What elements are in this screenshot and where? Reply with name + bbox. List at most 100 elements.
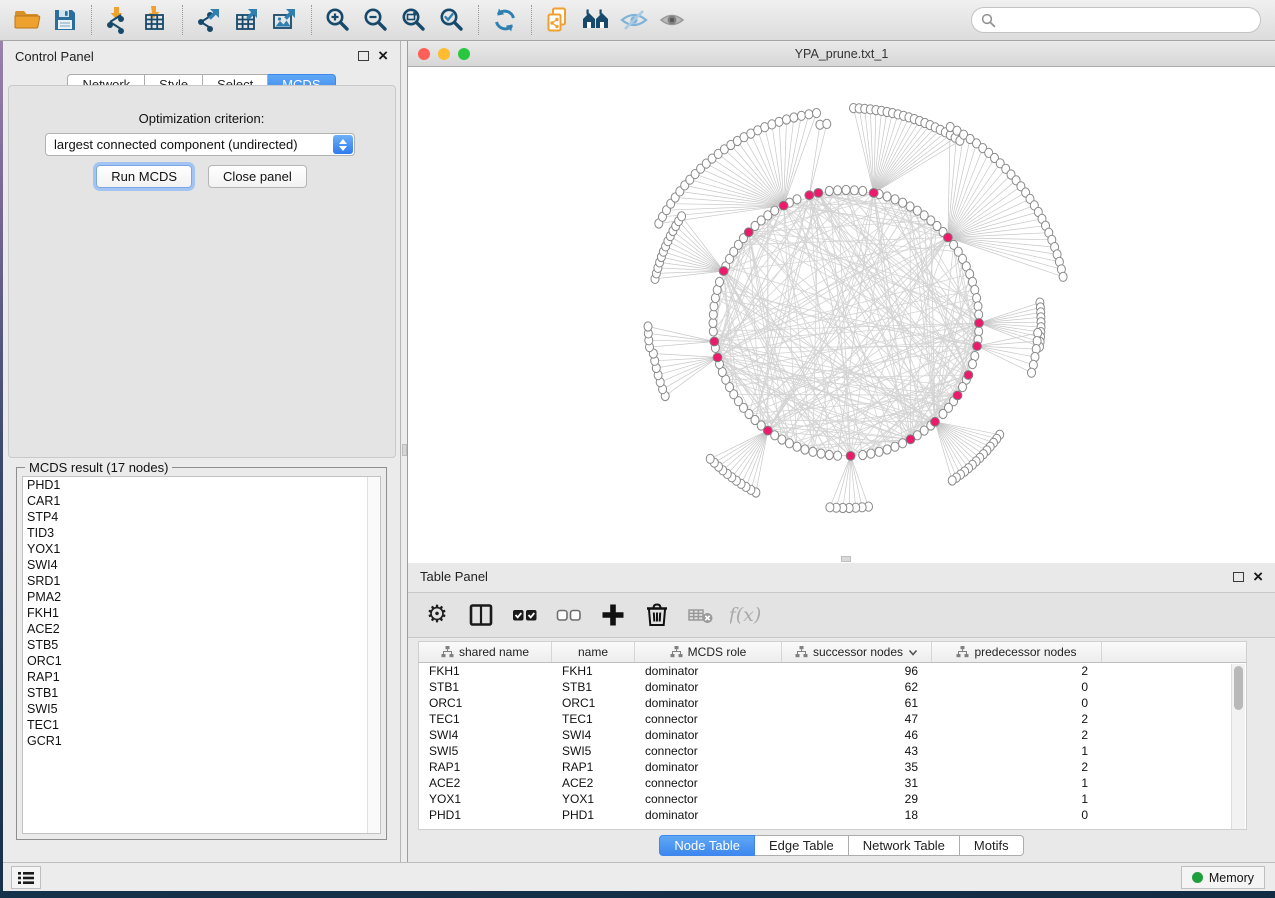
cell[interactable]: PHD1 [419, 807, 552, 823]
cell[interactable]: 2 [932, 727, 1102, 743]
cell[interactable]: STB1 [419, 679, 552, 695]
cell[interactable]: SWI4 [419, 727, 552, 743]
select-all-columns-button[interactable] [510, 598, 540, 632]
cell[interactable]: 62 [782, 679, 932, 695]
open-session-button[interactable] [10, 4, 44, 36]
export-table-button[interactable] [230, 4, 264, 36]
result-list-item[interactable]: STB5 [23, 637, 380, 653]
run-mcds-button[interactable]: Run MCDS [96, 165, 192, 188]
cell[interactable]: 2 [932, 759, 1102, 775]
zoom-selected-button[interactable] [435, 4, 469, 36]
result-list-item[interactable]: TID3 [23, 525, 380, 541]
unselect-all-columns-button[interactable] [554, 598, 584, 632]
scrollbar-thumb[interactable] [1234, 666, 1243, 710]
import-network-button[interactable] [101, 4, 135, 36]
cell[interactable]: dominator [635, 679, 782, 695]
column-header-shared-name[interactable]: shared name [419, 642, 552, 662]
cell[interactable]: 35 [782, 759, 932, 775]
network-window-titlebar[interactable]: YPA_prune.txt_1 [408, 41, 1275, 67]
cell[interactable]: YOX1 [552, 791, 635, 807]
cell[interactable]: 29 [782, 791, 932, 807]
search-box[interactable] [971, 7, 1261, 33]
mcds-result-list[interactable]: PHD1CAR1STP4TID3YOX1SWI4SRD1PMA2FKH1ACE2… [22, 476, 381, 834]
result-list-item[interactable]: CAR1 [23, 493, 380, 509]
column-header-predecessor-nodes[interactable]: predecessor nodes [932, 642, 1102, 662]
criterion-dropdown[interactable]: largest connected component (undirected) [45, 133, 355, 156]
table-row[interactable]: ACE2ACE2connector311 [419, 775, 1246, 791]
cell[interactable]: SWI5 [419, 743, 552, 759]
cell[interactable]: 0 [932, 807, 1102, 823]
tab-node-table[interactable]: Node Table [659, 835, 755, 856]
table-row[interactable]: STB1STB1dominator620 [419, 679, 1246, 695]
tab-network-table[interactable]: Network Table [849, 835, 960, 856]
task-history-button[interactable] [11, 866, 41, 889]
cell[interactable]: FKH1 [552, 663, 635, 679]
cell[interactable]: TEC1 [419, 711, 552, 727]
result-list-item[interactable]: GCR1 [23, 733, 380, 749]
result-list-item[interactable]: SWI4 [23, 557, 380, 573]
zoom-out-button[interactable] [359, 4, 393, 36]
column-header-name[interactable]: name [552, 642, 635, 662]
cell[interactable]: dominator [635, 759, 782, 775]
cell[interactable]: dominator [635, 807, 782, 823]
cell[interactable]: 1 [932, 791, 1102, 807]
table-row[interactable]: TEC1TEC1connector472 [419, 711, 1246, 727]
cell[interactable]: 2 [932, 711, 1102, 727]
cell[interactable]: ORC1 [419, 695, 552, 711]
network-graph[interactable] [408, 67, 1275, 563]
result-list-item[interactable]: RAP1 [23, 669, 380, 685]
hide-selected-button[interactable] [617, 4, 651, 36]
result-list-item[interactable]: STP4 [23, 509, 380, 525]
cell[interactable]: 61 [782, 695, 932, 711]
cell[interactable]: ORC1 [552, 695, 635, 711]
export-image-button[interactable] [268, 4, 302, 36]
table-row[interactable]: FKH1FKH1dominator962 [419, 663, 1246, 679]
cell[interactable]: dominator [635, 663, 782, 679]
result-list-item[interactable]: PHD1 [23, 477, 380, 493]
table-row[interactable]: RAP1RAP1dominator352 [419, 759, 1246, 775]
result-list-item[interactable]: PMA2 [23, 589, 380, 605]
result-list-item[interactable]: YOX1 [23, 541, 380, 557]
table-row[interactable]: SWI4SWI4dominator462 [419, 727, 1246, 743]
float-panel-icon[interactable] [358, 51, 369, 61]
cell[interactable]: RAP1 [552, 759, 635, 775]
column-header-MCDS-role[interactable]: MCDS role [635, 642, 782, 662]
splitter-grip[interactable] [402, 444, 407, 456]
ndex-browser-button[interactable] [579, 4, 613, 36]
table-row[interactable]: YOX1YOX1connector291 [419, 791, 1246, 807]
horizontal-splitter-grip[interactable] [841, 556, 851, 562]
table-row[interactable]: SWI5SWI5connector431 [419, 743, 1246, 759]
vertical-splitter[interactable] [401, 41, 408, 862]
result-list-item[interactable]: ORC1 [23, 653, 380, 669]
cell[interactable]: 96 [782, 663, 932, 679]
cell[interactable]: ACE2 [419, 775, 552, 791]
float-table-panel-icon[interactable] [1233, 572, 1244, 582]
cell[interactable]: 1 [932, 743, 1102, 759]
column-settings-button[interactable]: ⚙ [422, 598, 452, 632]
memory-button[interactable]: Memory [1181, 866, 1265, 889]
cell[interactable]: dominator [635, 727, 782, 743]
cell[interactable]: YOX1 [419, 791, 552, 807]
cell[interactable]: PHD1 [552, 807, 635, 823]
result-list-item[interactable]: SWI5 [23, 701, 380, 717]
cell[interactable]: TEC1 [552, 711, 635, 727]
column-header-successor-nodes[interactable]: successor nodes [782, 642, 932, 662]
cell[interactable]: 18 [782, 807, 932, 823]
table-row[interactable]: PHD1PHD1dominator180 [419, 807, 1246, 823]
result-list-item[interactable]: FKH1 [23, 605, 380, 621]
show-all-button[interactable] [655, 4, 689, 36]
tab-edge-table[interactable]: Edge Table [755, 835, 849, 856]
add-column-button[interactable] [598, 598, 628, 632]
cell[interactable]: STB1 [552, 679, 635, 695]
zoom-in-button[interactable] [321, 4, 355, 36]
close-panel-button[interactable]: Close panel [208, 165, 307, 188]
cell[interactable]: connector [635, 775, 782, 791]
cell[interactable]: 0 [932, 679, 1102, 695]
satellite-nodes[interactable] [644, 104, 1067, 513]
search-input[interactable] [1002, 10, 1251, 30]
result-list-item[interactable]: ACE2 [23, 621, 380, 637]
cell[interactable]: SWI4 [552, 727, 635, 743]
export-network-button[interactable] [192, 4, 226, 36]
result-list-item[interactable]: SRD1 [23, 573, 380, 589]
close-table-panel-icon[interactable]: × [1253, 572, 1263, 582]
